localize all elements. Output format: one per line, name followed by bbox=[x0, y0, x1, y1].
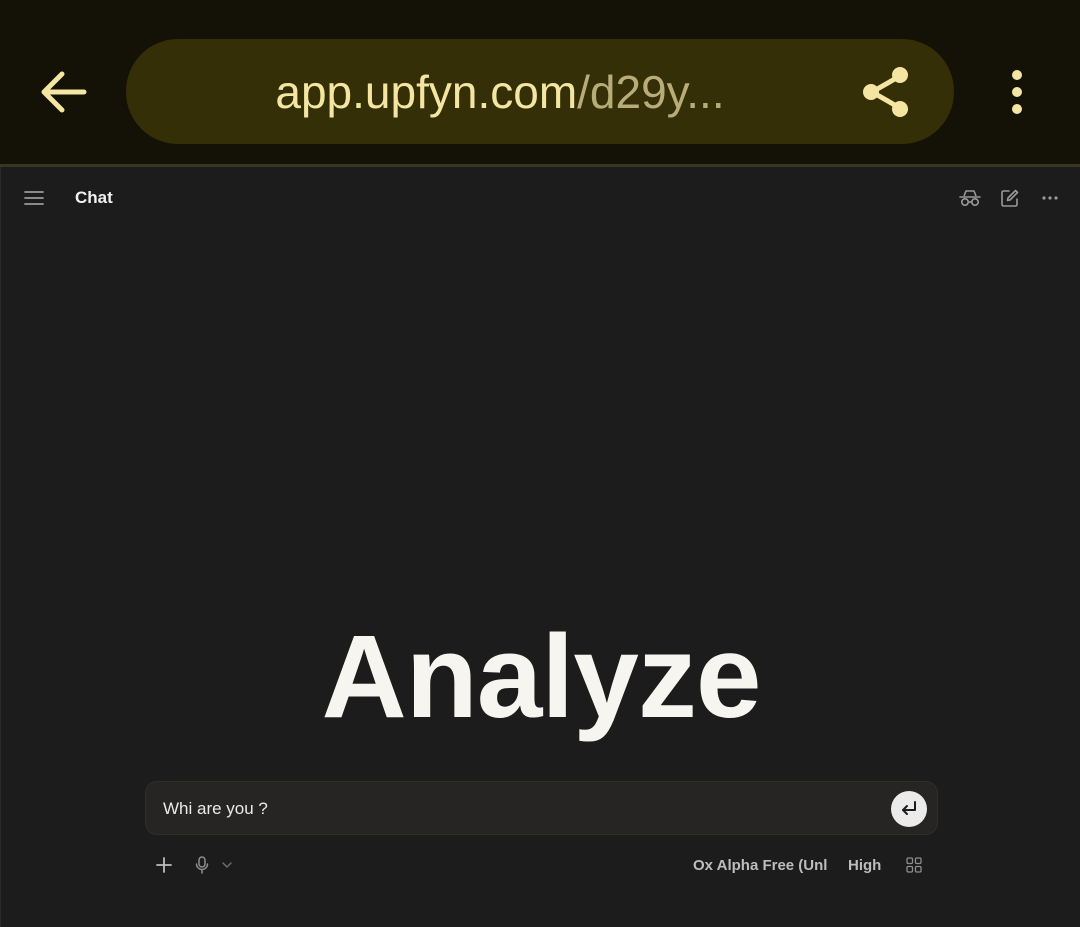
plus-icon bbox=[156, 857, 172, 873]
url-path: /d29y... bbox=[577, 66, 725, 118]
incognito-icon bbox=[959, 190, 981, 207]
enter-icon bbox=[902, 801, 916, 815]
more-vertical-icon bbox=[1012, 70, 1022, 114]
send-button[interactable] bbox=[891, 791, 927, 827]
share-button[interactable] bbox=[856, 60, 916, 124]
grid-icon bbox=[906, 857, 922, 873]
add-attachment-button[interactable] bbox=[153, 853, 175, 877]
url-text[interactable]: app.upfyn.com/d29y... bbox=[180, 60, 820, 124]
page-title: Chat bbox=[75, 188, 113, 207]
back-button[interactable] bbox=[28, 62, 100, 122]
microphone-icon bbox=[195, 856, 209, 874]
url-host: app.upfyn.com bbox=[275, 66, 578, 118]
share-icon bbox=[863, 67, 908, 117]
new-chat-button[interactable] bbox=[996, 184, 1024, 212]
message-input[interactable]: Whi are you ? bbox=[163, 798, 268, 820]
chat-app: Chat Analyze Whi are you ? Ox Alpha Free… bbox=[0, 167, 1080, 927]
more-horizontal-icon bbox=[1042, 196, 1058, 200]
hero-heading: Analyze bbox=[321, 611, 762, 743]
chevron-down-icon bbox=[222, 862, 232, 868]
incognito-button[interactable] bbox=[956, 184, 984, 212]
message-composer[interactable]: Whi are you ? bbox=[145, 781, 938, 835]
model-selector[interactable]: Ox Alpha Free (Unl bbox=[693, 856, 827, 876]
voice-input-button[interactable] bbox=[192, 853, 212, 877]
browser-menu-button[interactable] bbox=[995, 62, 1039, 122]
effort-selector[interactable]: High bbox=[848, 856, 881, 876]
sidebar-toggle-button[interactable] bbox=[20, 184, 48, 212]
menu-icon bbox=[24, 191, 44, 205]
arrow-left-icon bbox=[41, 71, 87, 113]
apps-button[interactable] bbox=[903, 854, 925, 876]
edit-icon bbox=[1001, 189, 1019, 207]
more-options-button[interactable] bbox=[1036, 184, 1064, 212]
voice-options-dropdown[interactable] bbox=[220, 857, 234, 873]
